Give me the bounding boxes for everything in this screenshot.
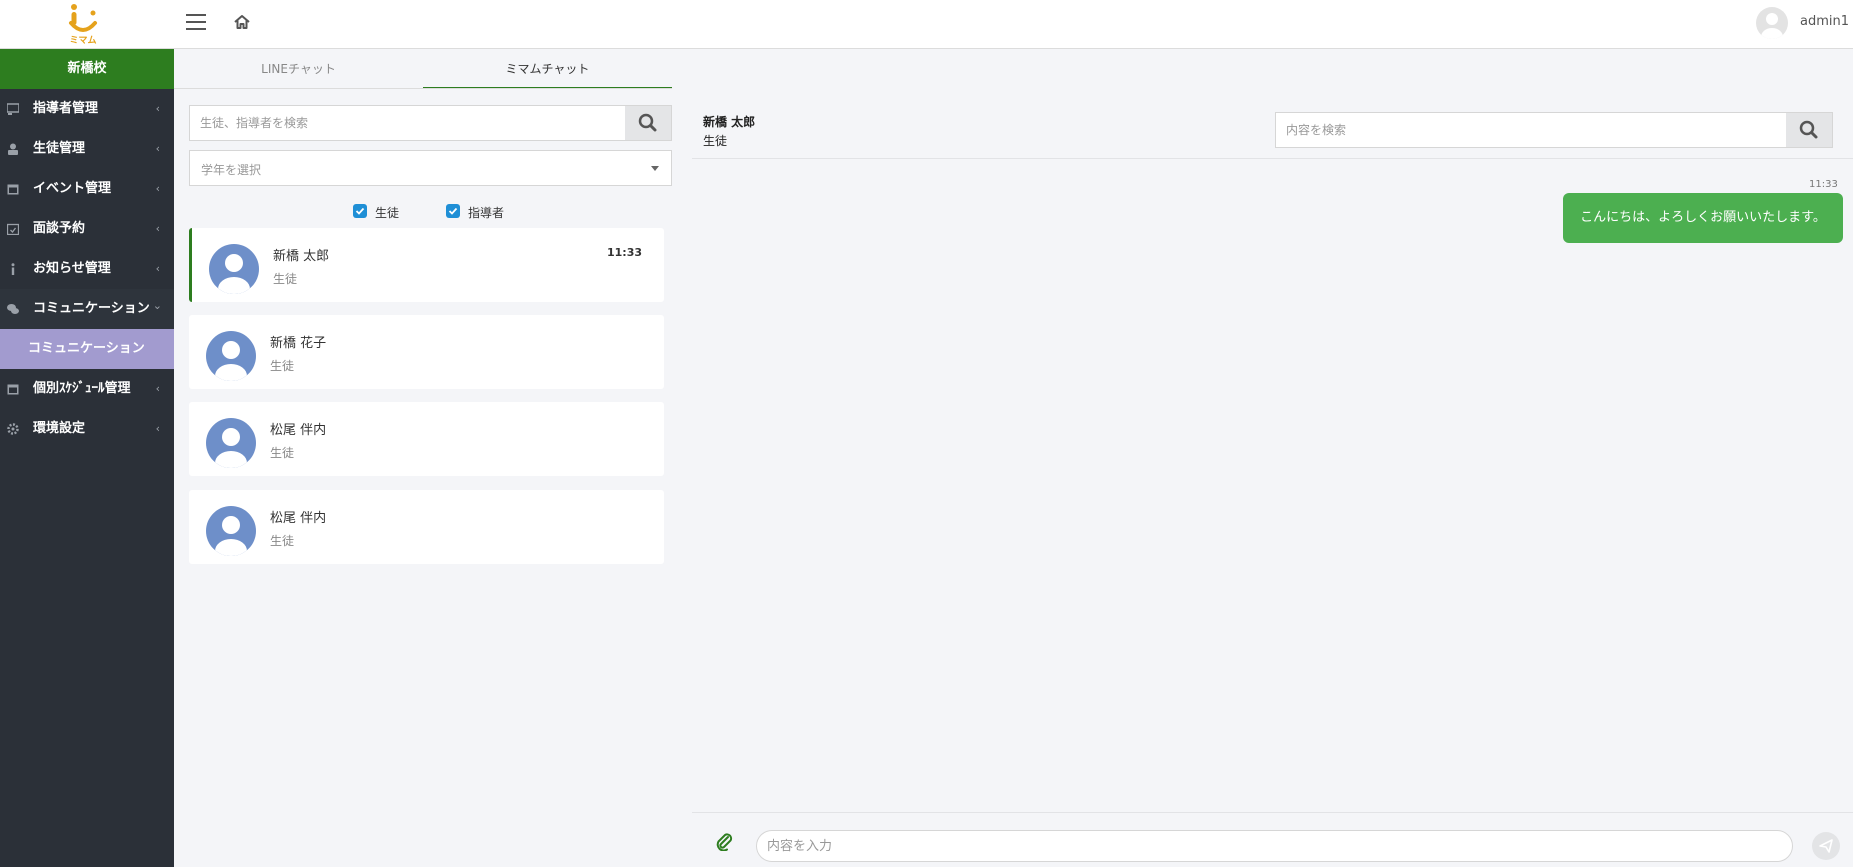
mimamu-logo[interactable]: ミマム	[60, 2, 106, 46]
message-time: 11:33	[1809, 179, 1838, 190]
contact-time: 11:33	[606, 246, 642, 259]
sidebar-item-label: お知らせ管理	[33, 261, 111, 276]
contact-search	[189, 105, 672, 141]
chat-header: 新橋 太郎 生徒	[692, 89, 1853, 159]
sidebar-subitem-communication[interactable]: コミュニケーション	[0, 329, 174, 369]
calendar-check-icon	[7, 223, 19, 235]
avatar-icon	[206, 331, 256, 381]
username[interactable]: admin1	[1800, 14, 1849, 29]
message-input-wrapper	[756, 830, 1793, 862]
sidebar-item-student-management[interactable]: 生徒管理 ‹	[0, 129, 174, 169]
chevron-left-icon: ‹	[155, 142, 160, 155]
tabs-divider	[174, 88, 672, 89]
chevron-down-icon: ⌄	[152, 299, 162, 312]
gear-icon	[7, 423, 19, 435]
contact-name: 新橋 花子	[270, 336, 327, 351]
contact-item[interactable]: 松尾 伴内 生徒	[189, 490, 664, 564]
contact-name: 松尾 伴内	[270, 423, 327, 438]
calendar-icon	[7, 184, 19, 195]
comments-icon	[7, 304, 19, 314]
contact-role: 生徒	[270, 446, 295, 460]
sidebar: 新橋校 指導者管理 ‹ 生徒管理 ‹ イベント管理 ‹ 面談予約 ‹ お知らせ管…	[0, 49, 174, 867]
search-icon	[1799, 120, 1818, 139]
contact-item[interactable]: 新橋 太郎 生徒 11:33	[189, 228, 664, 302]
info-icon	[11, 263, 15, 275]
contact-role: 生徒	[273, 272, 298, 286]
logo-icon	[69, 4, 97, 32]
checkbox-checked-icon	[446, 204, 460, 218]
chat-partner-role: 生徒	[703, 134, 728, 148]
message-input[interactable]	[767, 831, 1777, 861]
filter-label: 指導者	[468, 206, 505, 220]
filter-label: 生徒	[375, 206, 400, 220]
tab-mimamu-chat[interactable]: ミマムチャット	[423, 49, 672, 89]
avatar-icon	[206, 418, 256, 468]
sidebar-item-label: コミュニケーション	[33, 301, 150, 316]
message-search-button[interactable]	[1786, 113, 1832, 147]
chevron-left-icon: ‹	[155, 382, 160, 395]
sidebar-item-label: イベント管理	[33, 181, 112, 196]
menu-toggle-icon[interactable]	[186, 14, 206, 32]
send-button[interactable]	[1812, 832, 1840, 860]
sidebar-item-label: 環境設定	[33, 421, 86, 436]
contact-role: 生徒	[270, 359, 295, 373]
chat-tabs: LINEチャット ミマムチャット	[174, 49, 672, 89]
sidebar-item-event-management[interactable]: イベント管理 ‹	[0, 169, 174, 209]
chat-partner-name: 新橋 太郎	[703, 115, 756, 129]
sidebar-item-label: 面談予約	[33, 221, 86, 236]
sidebar-item-label: 生徒管理	[33, 141, 86, 156]
top-header: ミマム admin1	[0, 0, 1853, 49]
contact-name: 松尾 伴内	[270, 511, 327, 526]
contact-item[interactable]: 新橋 花子 生徒	[189, 315, 664, 389]
message-search-input[interactable]	[1286, 113, 1766, 147]
sidebar-item-interview-booking[interactable]: 面談予約 ‹	[0, 209, 174, 249]
chevron-left-icon: ‹	[155, 182, 160, 195]
user-avatar-icon[interactable]	[1756, 7, 1788, 39]
send-paper-plane-icon	[1819, 839, 1833, 853]
student-icon	[8, 143, 18, 155]
chevron-left-icon: ‹	[155, 222, 160, 235]
logo-text: ミマム	[69, 36, 97, 46]
calendar-icon	[7, 384, 19, 395]
contact-role: 生徒	[270, 534, 295, 548]
tab-line-chat[interactable]: LINEチャット	[174, 49, 423, 89]
sidebar-item-label: 個別ｽｹｼﾞｭｰﾙ管理	[33, 381, 131, 396]
school-name[interactable]: 新橋校	[0, 49, 174, 89]
grade-select-value: 学年を選択	[201, 163, 262, 177]
attach-paperclip-icon[interactable]	[714, 831, 734, 852]
avatar-icon	[206, 506, 256, 556]
sidebar-item-instructor-management[interactable]: 指導者管理 ‹	[0, 89, 174, 129]
contact-item[interactable]: 松尾 伴内 生徒	[189, 402, 664, 476]
home-icon[interactable]	[233, 13, 251, 31]
sidebar-item-notice-management[interactable]: お知らせ管理 ‹	[0, 249, 174, 289]
contact-search-button[interactable]	[625, 106, 671, 140]
sidebar-item-individual-schedule[interactable]: 個別ｽｹｼﾞｭｰﾙ管理 ‹	[0, 369, 174, 409]
avatar-icon	[209, 244, 259, 294]
message-search	[1275, 112, 1833, 148]
sidebar-item-label: 指導者管理	[33, 101, 99, 116]
contact-name: 新橋 太郎	[273, 249, 330, 264]
chevron-left-icon: ‹	[155, 422, 160, 435]
sidebar-item-communication[interactable]: コミュニケーション ⌄	[0, 289, 174, 329]
chevron-left-icon: ‹	[155, 262, 160, 275]
chevron-left-icon: ‹	[155, 102, 160, 115]
grade-select[interactable]: 学年を選択	[189, 150, 672, 186]
message-bubble: こんにちは、よろしくお願いいたします。	[1563, 193, 1843, 243]
instructor-board-icon	[7, 103, 19, 115]
sidebar-item-settings[interactable]: 環境設定 ‹	[0, 409, 174, 449]
caret-down-icon	[651, 166, 659, 171]
contact-search-input[interactable]	[200, 106, 600, 140]
search-icon	[638, 113, 657, 132]
checkbox-checked-icon	[353, 204, 367, 218]
message-composer	[692, 812, 1853, 867]
